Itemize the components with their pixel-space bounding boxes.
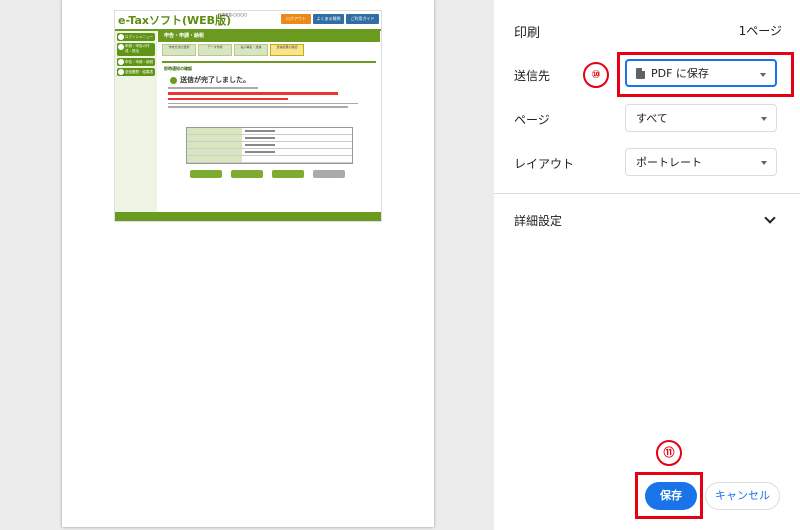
thumb-faq-button: よくある質問 (313, 14, 344, 24)
thumb-sidebar: ログインメニュー 申請・申告の作成・提出 申告・申請・納税 送信履歴・結果表示 (115, 31, 157, 221)
table-row (187, 149, 352, 156)
table-row (187, 142, 352, 149)
thumb-result-table (186, 127, 353, 164)
thumb-header-info: 作成者名:〇〇〇〇 (218, 13, 248, 17)
thumb-step: データ作成 (198, 44, 232, 56)
thumb-side-item: ログインメニュー (117, 33, 155, 41)
thumb-print-button (190, 170, 222, 178)
destination-label: 送信先 (514, 69, 551, 83)
thumb-header: e-Taxソフト(WEB版) 作成者名:〇〇〇〇 ログアウト よくある質問 ご利… (115, 11, 381, 31)
pages-select[interactable]: すべて (625, 104, 777, 132)
check-icon (170, 76, 177, 84)
thumb-side-item: 申告・申請・納税 (117, 58, 155, 66)
thumb-side-item: 送信履歴・結果表示 (117, 68, 155, 82)
pages-label: ページ (514, 113, 550, 127)
pages-value: すべて (636, 112, 668, 125)
table-row (187, 135, 352, 142)
thumb-save-button (231, 170, 263, 178)
thumb-check-button (272, 170, 304, 178)
layout-value: ポートレート (636, 156, 702, 169)
advanced-settings-toggle[interactable]: 詳細設定 (514, 212, 562, 229)
dropdown-arrow-icon (761, 161, 767, 165)
print-preview-area: e-Taxソフト(WEB版) 作成者名:〇〇〇〇 ログアウト よくある質問 ご利… (0, 0, 494, 530)
chevron-down-icon[interactable] (764, 212, 776, 224)
layout-label: レイアウト (514, 157, 575, 171)
cancel-button[interactable]: キャンセル (705, 482, 780, 510)
thumb-warning-line (168, 98, 288, 100)
preview-page: e-Taxソフト(WEB版) 作成者名:〇〇〇〇 ログアウト よくある質問 ご利… (62, 0, 434, 527)
thumb-side-item: 申請・申告の作成・提出 (117, 43, 155, 56)
highlight-save (635, 472, 703, 519)
thumb-done-message: 送信が完了しました。 (170, 75, 368, 85)
thumb-step-active: 送信結果の確認 (270, 44, 304, 56)
thumb-main: 申告・申請・納税 作成方法の選択 データ作成 電子署名・送信 送信結果の確認 即… (158, 31, 380, 221)
thumb-text-line (168, 102, 358, 104)
thumb-logo: e-Taxソフト(WEB版) (118, 14, 232, 27)
thumb-action-buttons (190, 170, 345, 178)
dropdown-arrow-icon (761, 117, 767, 121)
table-row (187, 128, 352, 135)
thumb-step: 作成方法の選択 (162, 44, 196, 56)
step-number-11: ⑪ (656, 440, 682, 466)
thumb-title: 申告・申請・納税 (158, 31, 380, 42)
highlight-destination (617, 52, 794, 97)
thumb-text-line (168, 106, 348, 108)
thumb-steps: 作成方法の選択 データ作成 電子署名・送信 送信結果の確認 (158, 42, 380, 58)
thumb-menu-button (313, 170, 345, 178)
step-number-10: ⑩ (583, 62, 609, 88)
divider (494, 193, 800, 194)
thumb-done-text: 送信が完了しました。 (180, 76, 250, 84)
thumb-result-card: 即時通知の確認 送信が完了しました。 (162, 61, 376, 199)
thumb-footer (115, 212, 381, 221)
thumb-step: 電子署名・送信 (234, 44, 268, 56)
thumb-guide-button: ご利用ガイド (346, 14, 379, 24)
print-title: 印刷 (514, 26, 541, 41)
page-count: 1ページ (738, 24, 782, 38)
table-row (187, 156, 352, 163)
etax-page-thumbnail: e-Taxソフト(WEB版) 作成者名:〇〇〇〇 ログアウト よくある質問 ご利… (114, 10, 382, 222)
layout-select[interactable]: ポートレート (625, 148, 777, 176)
thumb-section-title: 即時通知の確認 (164, 66, 192, 71)
thumb-text-line (168, 87, 258, 89)
thumb-logout-button: ログアウト (281, 14, 311, 24)
thumb-warning-line (168, 92, 338, 95)
